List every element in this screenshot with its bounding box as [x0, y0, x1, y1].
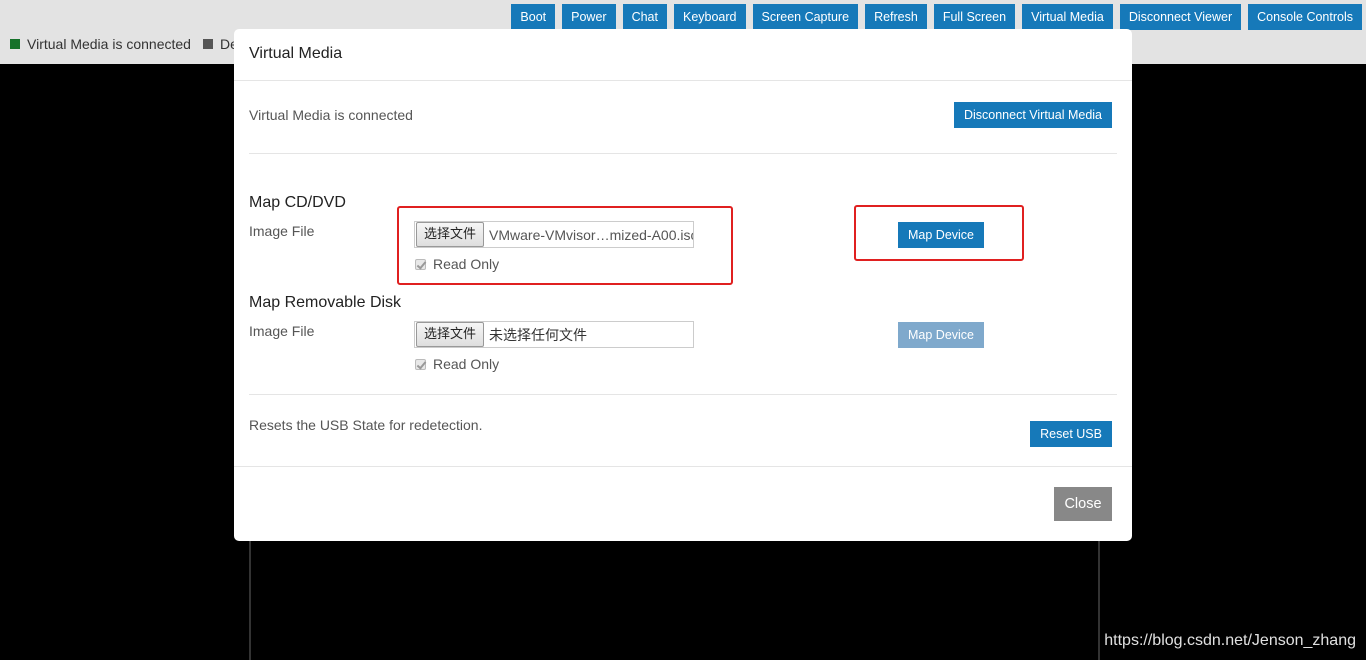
- status-virtual-media: Virtual Media is connected: [10, 36, 191, 52]
- status-indicator-icon: [202, 39, 213, 49]
- dialog-title: Virtual Media: [249, 45, 343, 62]
- removable-read-only[interactable]: Read Only: [415, 356, 499, 372]
- divider: [249, 394, 1117, 395]
- footer-divider: [234, 466, 1132, 467]
- removable-choose-file-button[interactable]: 选择文件: [416, 322, 485, 347]
- virtual-media-dialog: Virtual Media Virtual Media is connected…: [234, 29, 1132, 541]
- dialog-header: Virtual Media: [234, 29, 1132, 81]
- virtual-media-button[interactable]: Virtual Media: [1022, 4, 1113, 30]
- boot-button[interactable]: Boot: [511, 4, 556, 30]
- watermark-text: https://blog.csdn.net/Jenson_zhang: [1104, 632, 1356, 649]
- divider: [249, 153, 1117, 154]
- screen-capture-button[interactable]: Screen Capture: [752, 4, 859, 30]
- console-controls-button[interactable]: Console Controls: [1248, 4, 1362, 30]
- removable-file-name: 未选择任何文件: [489, 326, 588, 343]
- disconnect-virtual-media-button[interactable]: Disconnect Virtual Media: [953, 102, 1112, 128]
- chat-button[interactable]: Chat: [622, 4, 667, 30]
- usb-reset-description: Resets the USB State for redetection.: [249, 417, 483, 433]
- connection-status-text: Virtual Media is connected: [249, 107, 413, 123]
- close-button[interactable]: Close: [1054, 487, 1112, 521]
- disconnect-viewer-button[interactable]: Disconnect Viewer: [1119, 4, 1242, 30]
- refresh-button[interactable]: Refresh: [865, 4, 927, 30]
- removable-file-input[interactable]: 选择文件 未选择任何文件: [414, 321, 694, 348]
- cd-dvd-image-label: Image File: [249, 223, 315, 239]
- toolbar: Boot Power Chat Keyboard Screen Capture …: [511, 4, 1362, 30]
- reset-usb-button[interactable]: Reset USB: [1030, 421, 1112, 447]
- read-only-checkbox[interactable]: [415, 358, 426, 370]
- power-button[interactable]: Power: [562, 4, 616, 30]
- status-virtual-media-label: Virtual Media is connected: [27, 36, 191, 52]
- removable-map-device-button[interactable]: Map Device: [898, 322, 984, 348]
- cd-dvd-section-title: Map CD/DVD: [249, 194, 346, 211]
- status-indicator-icon: [10, 39, 20, 49]
- status-row: Virtual Media is connected De: [10, 36, 250, 52]
- removable-section-title: Map Removable Disk: [249, 294, 402, 311]
- highlight-box-file: [397, 206, 733, 285]
- read-only-label: Read Only: [433, 356, 500, 372]
- full-screen-button[interactable]: Full Screen: [933, 4, 1016, 30]
- removable-image-label: Image File: [249, 323, 315, 339]
- highlight-box-map: [854, 205, 1024, 261]
- keyboard-button[interactable]: Keyboard: [673, 4, 746, 30]
- status-other: De: [202, 36, 238, 52]
